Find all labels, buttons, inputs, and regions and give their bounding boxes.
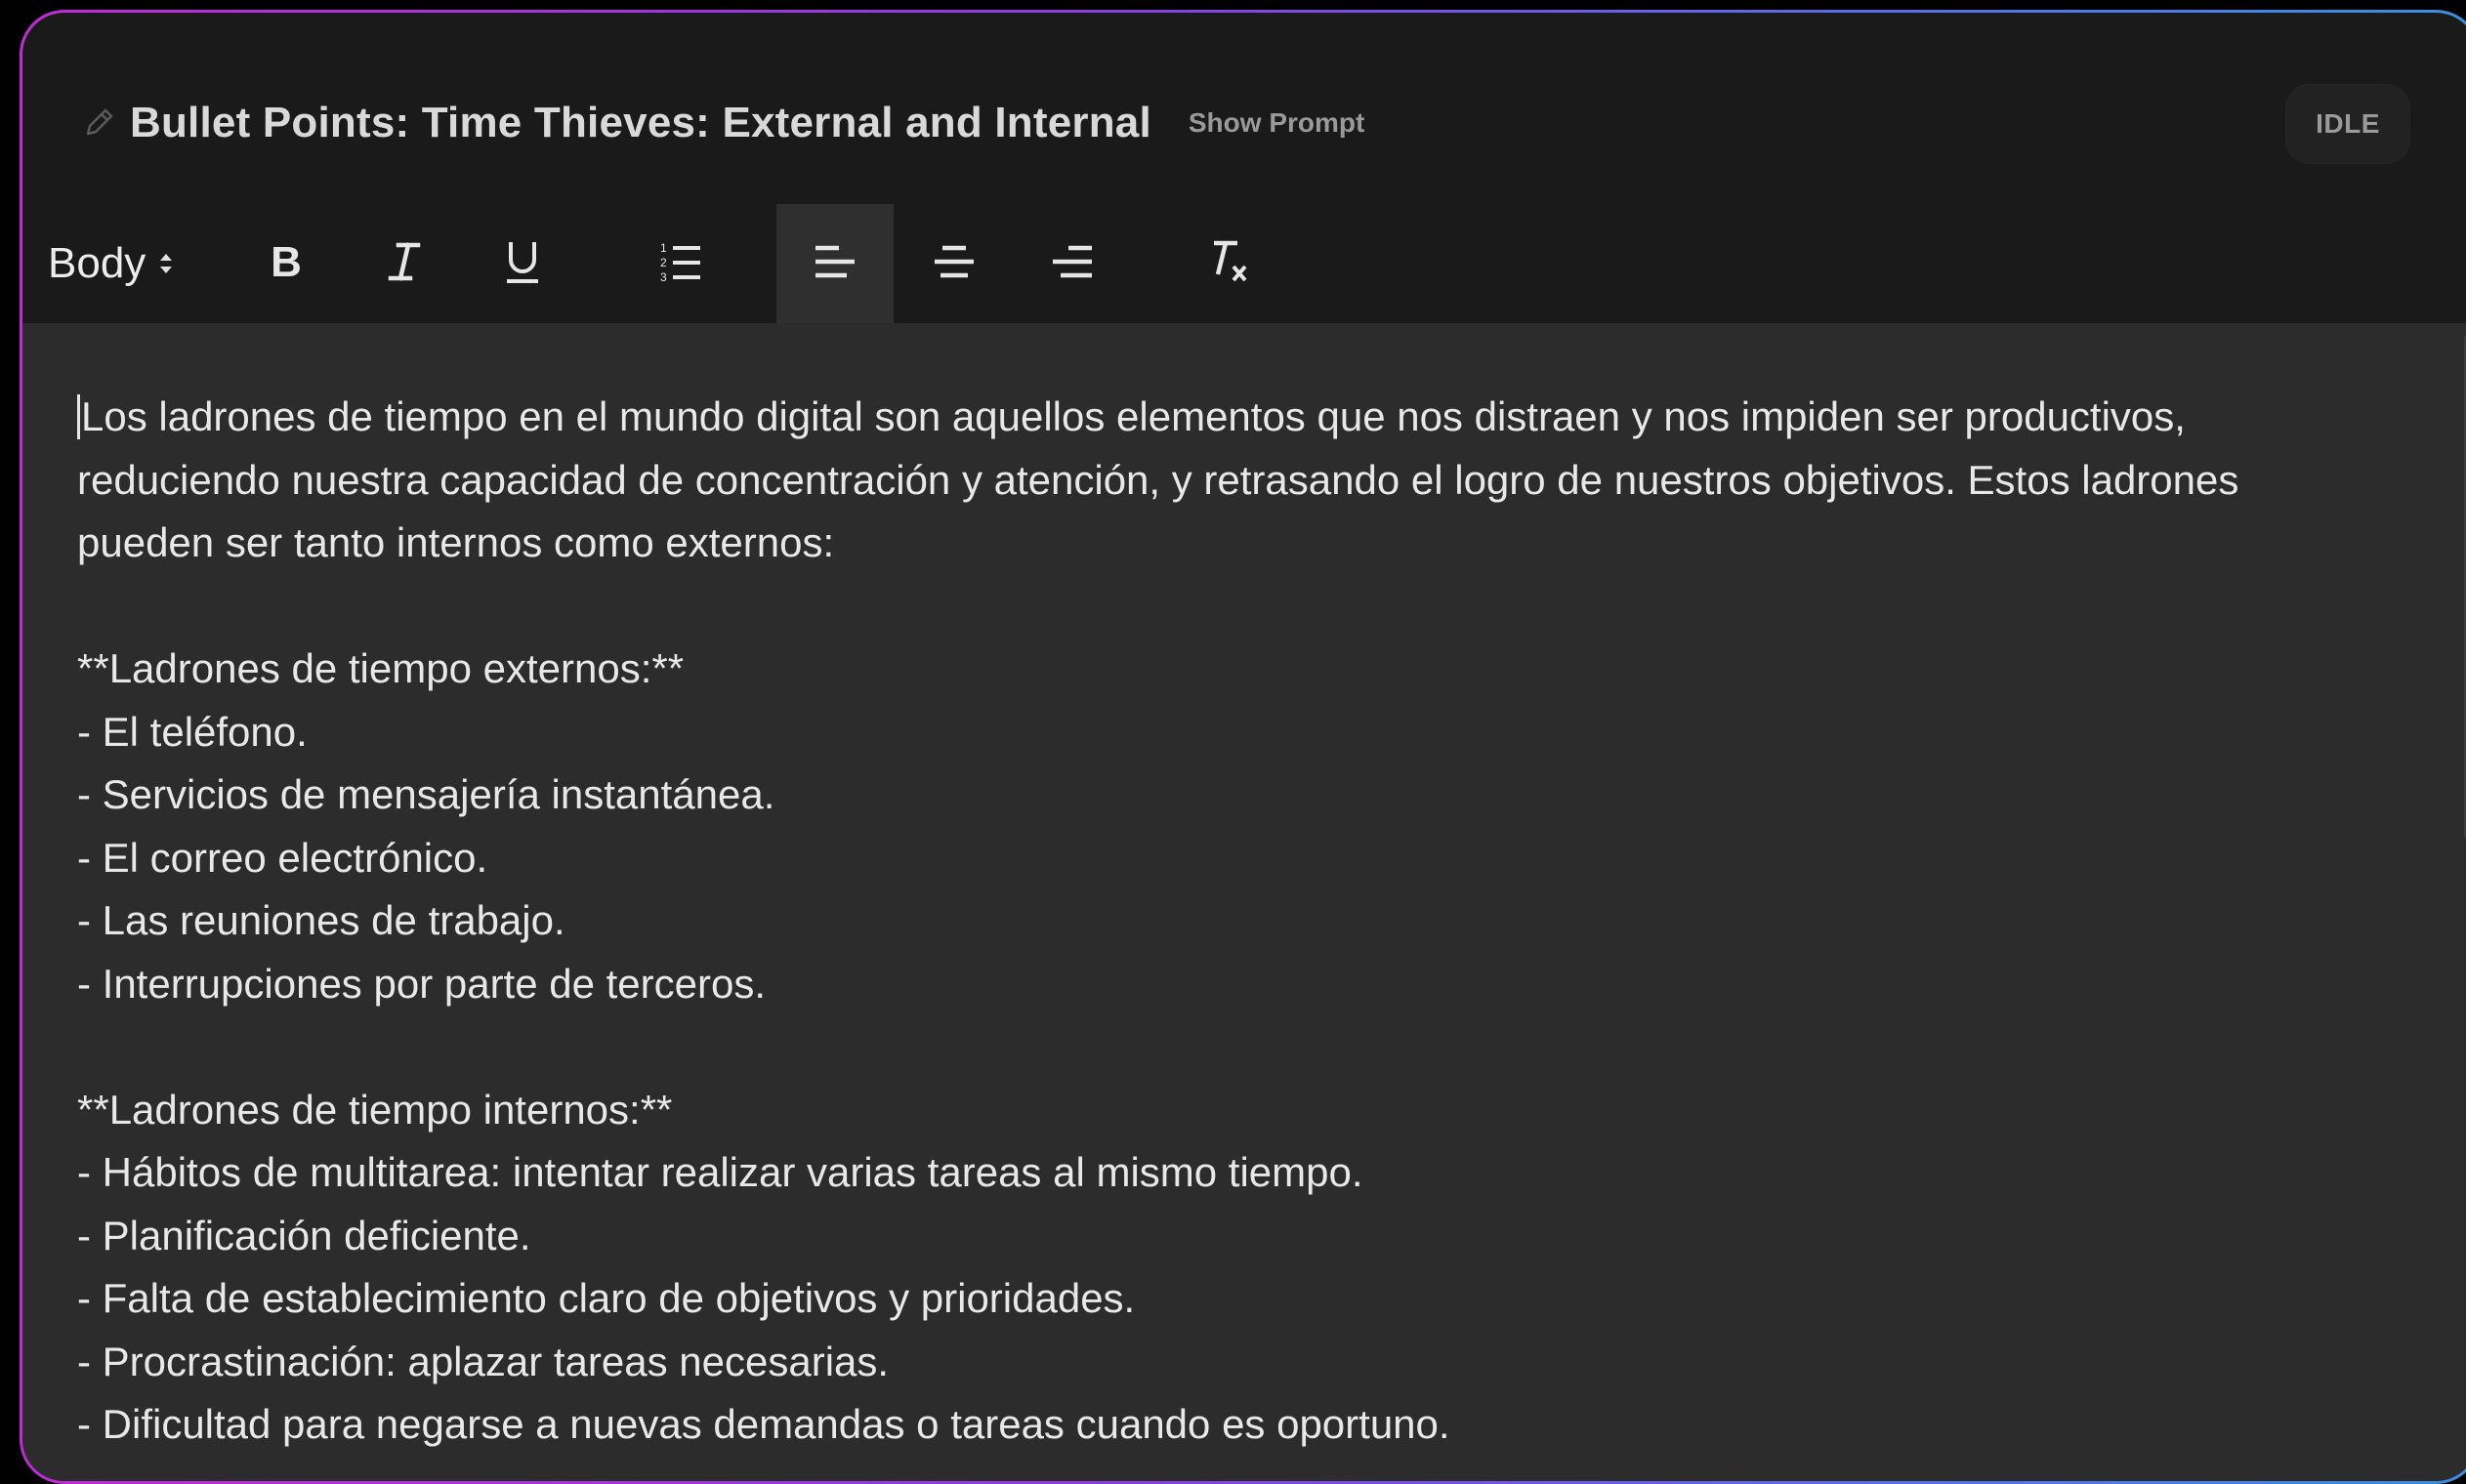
paragraph: **Ladrones de tiempo internos:** [77,1086,673,1133]
paragraph: - El correo electrónico. [77,834,488,881]
align-center-button[interactable] [910,204,998,323]
italic-button[interactable] [360,204,448,323]
document-title[interactable]: Bullet Points: Time Thieves: External an… [130,99,1151,147]
editor-scrollbar[interactable] [2462,323,2466,1481]
svg-text:1: 1 [660,241,667,255]
paragraph-text: Los ladrones de tiempo en el mundo digit… [77,393,2251,565]
paragraph: - Interrupciones por parte de terceros. [77,960,767,1007]
editor-window: Bullet Points: Time Thieves: External an… [22,13,2466,1481]
text-editor[interactable]: Los ladrones de tiempo en el mundo digit… [22,323,2466,1481]
paragraph: - Falta de establecimiento claro de obje… [77,1275,1136,1321]
paragraph: - El teléfono. [77,708,308,755]
paragraph: - Procrastinación: aplazar tareas necesa… [77,1338,890,1384]
ordered-list-icon: 1 2 3 [657,239,702,289]
svg-text:3: 3 [660,270,667,284]
paragraph: - Las reuniones de trabajo. [77,897,565,943]
paragraph: - Planificación deficiente. [77,1212,531,1258]
text-style-select[interactable]: Body [48,204,204,323]
align-center-icon [933,242,976,286]
show-prompt-button[interactable]: Show Prompt [1189,107,1364,139]
paragraph: - Servicios de mensajería instantánea. [77,771,775,817]
paragraph: - Dificultad para negarse a nuevas deman… [77,1401,1450,1447]
text-style-value: Body [48,239,146,287]
title-row: Bullet Points: Time Thieves: External an… [79,89,1364,157]
align-left-icon [814,242,857,286]
svg-text:B: B [271,239,302,284]
paragraph: **Ladrones de tiempo externos:** [77,645,685,691]
bold-button[interactable]: B [242,204,330,323]
bold-icon: B [267,238,306,289]
paragraph: - Hábitos de multitarea: intentar realiz… [77,1149,1363,1195]
text-caret [77,394,80,439]
paragraph: Los ladrones de tiempo en el mundo digit… [77,386,2380,575]
align-right-button[interactable] [1028,204,1116,323]
paragraph [77,575,2380,639]
editor-window-frame: Bullet Points: Time Thieves: External an… [20,10,2466,1484]
underline-icon [503,238,542,290]
ordered-list-button[interactable]: 1 2 3 [636,204,724,323]
pencil-icon[interactable] [79,103,118,143]
formatting-toolbar: Body B 1 2 3 [22,204,2466,323]
align-right-icon [1051,242,1094,286]
editor-content[interactable]: Los ladrones de tiempo en el mundo digit… [77,386,2380,1457]
select-arrows-icon [157,249,175,278]
status-badge: IDLE [2286,85,2409,163]
underline-button[interactable] [479,204,566,323]
italic-icon [385,239,424,289]
align-left-button[interactable] [776,204,894,323]
svg-text:2: 2 [660,256,667,269]
clear-format-button[interactable] [1185,204,1273,323]
clear-format-icon [1204,237,1253,291]
paragraph [77,1015,2380,1079]
